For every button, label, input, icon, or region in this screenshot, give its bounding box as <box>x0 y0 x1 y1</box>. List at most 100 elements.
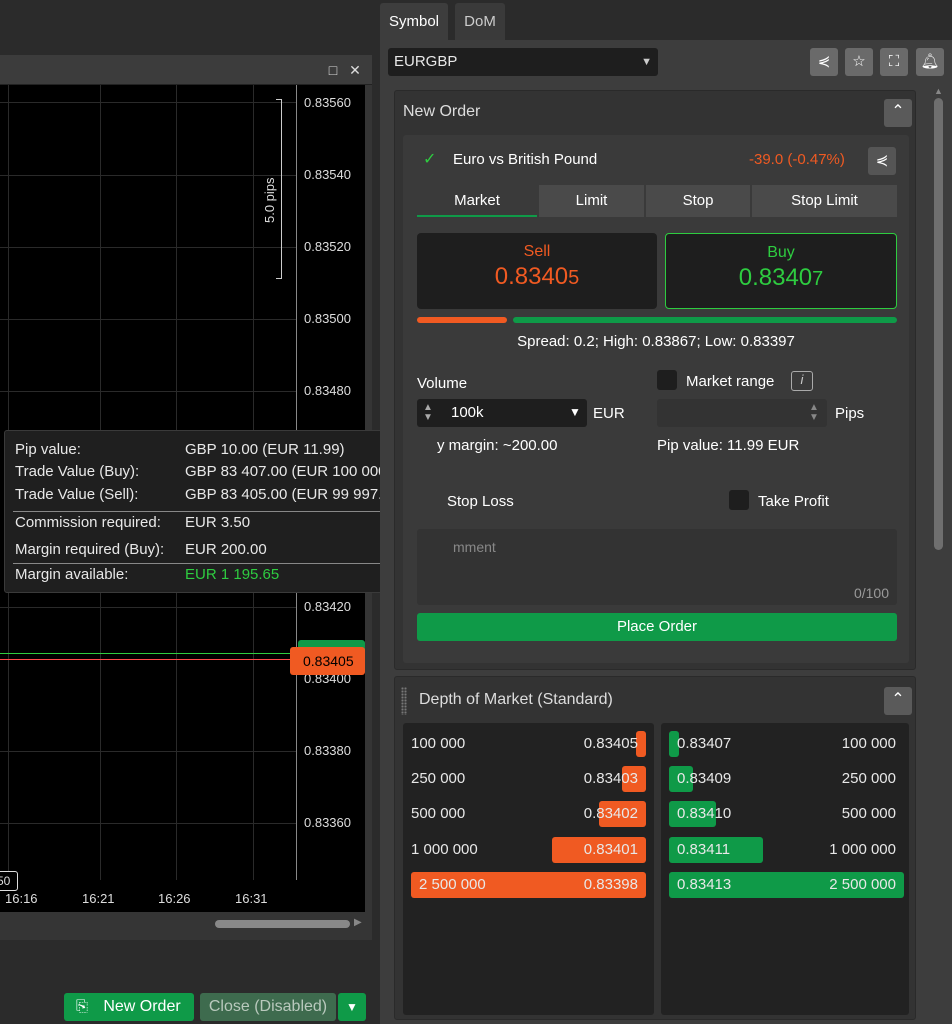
tooltip-key: Trade Value (Buy): <box>15 463 140 480</box>
chart-icon[interactable]: ⛶ <box>880 48 908 76</box>
dom-row[interactable]: 2 500 000 0.83398 <box>411 872 646 898</box>
maximize-icon[interactable]: □ <box>324 61 342 79</box>
scroll-right-icon[interactable]: ▶ <box>354 917 362 928</box>
grid-line <box>0 319 296 320</box>
sell-price-main: 0.8340 <box>494 263 569 290</box>
tab-stop[interactable]: Stop <box>646 185 750 217</box>
dom-price: 0.83403 <box>583 770 638 787</box>
chevron-down-icon[interactable]: ▼ <box>338 993 366 1021</box>
tooltip-value: EUR 3.50 <box>185 514 251 531</box>
dom-row[interactable]: 0.83413 2 500 000 <box>669 872 904 898</box>
bell-icon[interactable]: 🔔︎ <box>916 48 944 76</box>
sell-button[interactable]: Sell 0.83405 <box>417 233 657 309</box>
tooltip-value: EUR 200.00 <box>185 541 267 558</box>
dom-volume: 250 000 <box>841 770 896 787</box>
tab-stop-limit[interactable]: Stop Limit <box>752 185 897 217</box>
take-profit-checkbox[interactable] <box>729 490 749 510</box>
close-icon[interactable]: ✕ <box>346 61 364 79</box>
scrollbar-thumb[interactable] <box>215 920 350 928</box>
symbol-select[interactable]: EURGBP ▼ <box>388 48 658 76</box>
stepper-icon[interactable]: ▲ ▼ <box>809 403 819 423</box>
dom-section: Depth of Market (Standard) ⌃ 100 000 0.83… <box>394 676 916 1020</box>
collapse-icon[interactable]: ⌃ <box>884 687 912 715</box>
tooltip-key: Commission required: <box>15 514 161 531</box>
volume-label: Volume <box>417 375 468 392</box>
dom-price: 0.83398 <box>583 876 638 893</box>
tooltip-row: Pip value: GBP 10.00 (EUR 11.99) <box>15 441 435 463</box>
instrument-name: Euro vs British Pound <box>453 151 598 168</box>
dom-buy-side: 0.83407 100 000 0.83409 250 000 0.83410 500… <box>661 723 909 1015</box>
tooltip-divider <box>13 511 435 512</box>
new-document-icon: ⎘ <box>76 998 89 1015</box>
dom-row[interactable]: 500 000 0.83402 <box>411 801 646 827</box>
grid-line <box>0 823 296 824</box>
drag-handle-icon[interactable] <box>401 687 407 715</box>
buy-label: Buy <box>767 244 795 261</box>
buy-price-main: 0.8340 <box>738 264 813 291</box>
tab-limit[interactable]: Limit <box>539 185 644 217</box>
dom-row[interactable]: 0.83410 500 000 <box>669 801 904 827</box>
tooltip-row: Margin available: EUR 1 195.65 <box>15 566 435 588</box>
dom-volume: 500 000 <box>411 805 466 822</box>
stepper-icon[interactable]: ▲ ▼ <box>423 403 433 423</box>
scroll-up-icon[interactable]: ▲ <box>934 86 943 96</box>
place-order-button[interactable]: Place Order <box>417 613 897 641</box>
tab-dom[interactable]: DoM <box>455 3 505 40</box>
bottom-bar: ⎘ New Order Close (Disabled) ▼ <box>0 990 372 1024</box>
comment-placeholder: mment <box>453 539 496 555</box>
chart-titlebar: □ ✕ <box>0 55 372 85</box>
vertical-scrollbar[interactable]: ▲ <box>933 82 943 1022</box>
price-buttons: Sell 0.83405 Buy 0.83407 <box>417 233 897 309</box>
tooltip-row: Margin required (Buy): EUR 200.00 <box>15 541 435 563</box>
sell-label: Sell <box>523 243 551 260</box>
daily-change: -39.0 (-0.47%) <box>749 151 845 168</box>
horizontal-scrollbar[interactable]: ▶ <box>0 917 372 931</box>
dom-row[interactable]: 0.83407 100 000 <box>669 731 904 757</box>
dom-volume: 2 500 000 <box>829 876 896 893</box>
buy-button[interactable]: Buy 0.83407 <box>665 233 897 309</box>
comment-field[interactable]: mment 0/100 <box>417 529 897 605</box>
buy-price-line <box>0 653 300 654</box>
dom-row[interactable]: 250 000 0.83403 <box>411 766 646 792</box>
share-icon[interactable]: ⋞ <box>868 147 896 175</box>
dom-volume: 500 000 <box>841 805 896 822</box>
info-icon[interactable]: i <box>791 371 813 391</box>
dom-row[interactable]: 100 000 0.83405 <box>411 731 646 757</box>
volume-stepper[interactable]: ▲ ▼ 100k ▼ <box>417 399 587 427</box>
sell-sentiment-bar <box>417 317 507 323</box>
symbol-panel: EURGBP ▼ ⋞ ☆ ⛶ 🔔︎ ▲ New Order ⌃ ✓ Euro v… <box>380 40 952 1024</box>
stop-loss-label: Stop Loss <box>447 493 514 510</box>
section-title: New Order <box>403 103 481 120</box>
buy-price: 0.83407 <box>666 264 896 292</box>
new-order-section: New Order ⌃ ✓ Euro vs British Pound -39.… <box>394 90 916 670</box>
tab-symbol[interactable]: Symbol <box>380 3 448 40</box>
dom-row[interactable]: 1 000 000 0.83401 <box>411 837 646 863</box>
grid-line <box>0 102 296 103</box>
section-title: Depth of Market (Standard) <box>419 691 613 708</box>
new-order-button[interactable]: ⎘ New Order <box>64 993 194 1021</box>
tab-market[interactable]: Market <box>417 185 537 217</box>
dom-row[interactable]: 0.83409 250 000 <box>669 766 904 792</box>
sell-price-pip: 5 <box>568 267 580 289</box>
dom-price: 0.83410 <box>677 805 732 822</box>
close-position-button[interactable]: Close (Disabled) <box>200 993 336 1021</box>
dom-row[interactable]: 0.83411 1 000 000 <box>669 837 904 863</box>
dom-volume: 1 000 000 <box>411 841 478 858</box>
market-range-checkbox[interactable] <box>657 370 677 390</box>
scrollbar-thumb[interactable] <box>934 98 943 550</box>
trade-info-tooltip: Pip value: GBP 10.00 (EUR 11.99) Trade Va… <box>4 430 444 593</box>
star-icon[interactable]: ☆ <box>845 48 873 76</box>
share-icon[interactable]: ⋞ <box>810 48 838 76</box>
grid-line <box>0 391 296 392</box>
chevron-down-icon[interactable]: ▼ <box>569 405 581 419</box>
collapse-icon[interactable]: ⌃ <box>884 99 912 127</box>
grid-line <box>0 175 296 176</box>
volume-value: 100k <box>451 404 484 421</box>
order-form: ✓ Euro vs British Pound -39.0 (-0.47%) ⋞… <box>403 135 909 663</box>
market-range-input[interactable]: ▲ ▼ <box>657 399 827 427</box>
tooltip-value: GBP 10.00 (EUR 11.99) <box>185 441 345 458</box>
x-tick: 16:21 <box>82 891 115 906</box>
buy-price-pip: 7 <box>812 268 824 290</box>
tooltip-key: Margin available: <box>15 566 129 583</box>
pip-value-text: Pip value: 11.99 EUR <box>657 437 800 454</box>
